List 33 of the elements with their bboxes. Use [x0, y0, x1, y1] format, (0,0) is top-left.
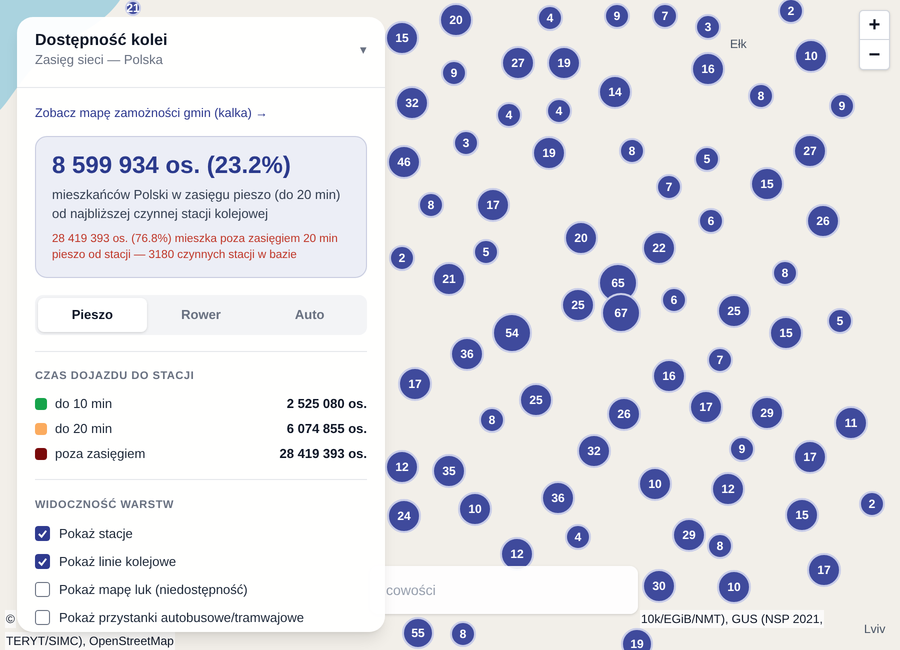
coverage-description: mieszkańców Polski w zasięgu pieszo (do 20 min) od najbliższej czynnej stacji kolejowej — [52, 186, 342, 223]
legend-value: 28 419 393 os. — [280, 445, 367, 463]
legend-label: do 10 min — [55, 395, 112, 413]
legend-value: 6 074 855 os. — [286, 420, 367, 438]
panel-subtitle: Zasięg sieci — Polska — [35, 51, 164, 69]
layer-label: Pokaż mapę luk (niedostępność) — [59, 581, 248, 599]
section-heading: CZAS DOJAZDU DO STACJI — [35, 368, 196, 384]
section-heading: WIDOCZNOŚĆ WARSTW — [35, 497, 175, 514]
collapse-toggle[interactable]: ▾ — [360, 40, 367, 60]
legend-value: 2 525 080 os. — [286, 395, 367, 413]
layer-checkbox[interactable] — [35, 526, 50, 542]
map-attribution: TERYT/SIMC), OpenStreetMap — [5, 632, 175, 650]
mode-tab[interactable]: Rower — [146, 298, 256, 332]
layer-checkbox[interactable] — [35, 610, 50, 626]
layer-checkbox[interactable] — [35, 554, 50, 570]
map-attribution: 10k/EGiB/NMT), GUS (NSP 2021, — [640, 610, 824, 628]
legend-label: do 20 min — [55, 420, 112, 438]
place-label: Lviv — [864, 621, 886, 638]
layer-checkbox[interactable] — [35, 582, 50, 598]
layer-label: Pokaż linie kolejowe — [59, 553, 176, 571]
wealth-map-link[interactable]: Zobacz mapę zamożności gmin (kalka) → — [35, 104, 367, 123]
map-attribution: © — [5, 610, 16, 628]
zoom-out-button[interactable]: − — [860, 40, 889, 69]
mode-tab[interactable]: Pieszo — [38, 298, 147, 332]
mode-tab[interactable]: Auto — [255, 298, 364, 332]
panel-title: Dostępność kolei — [35, 31, 168, 51]
zoom-in-button[interactable]: + — [860, 11, 889, 40]
coverage-headline: 8 599 934 os. (23.2%) — [52, 150, 292, 181]
layer-label: Pokaż przystanki autobusowe/tramwajowe — [59, 609, 304, 627]
place-label: Ełk — [730, 36, 747, 53]
legend-label: poza zasięgiem — [55, 445, 146, 463]
coverage-warning: 28 419 393 os. (76.8%) mieszka poza zasięgiem 20 min pieszo od stacji — 3180 czynnych stacji w bazie — [52, 232, 339, 263]
layer-label: Pokaż stacje — [59, 525, 133, 543]
